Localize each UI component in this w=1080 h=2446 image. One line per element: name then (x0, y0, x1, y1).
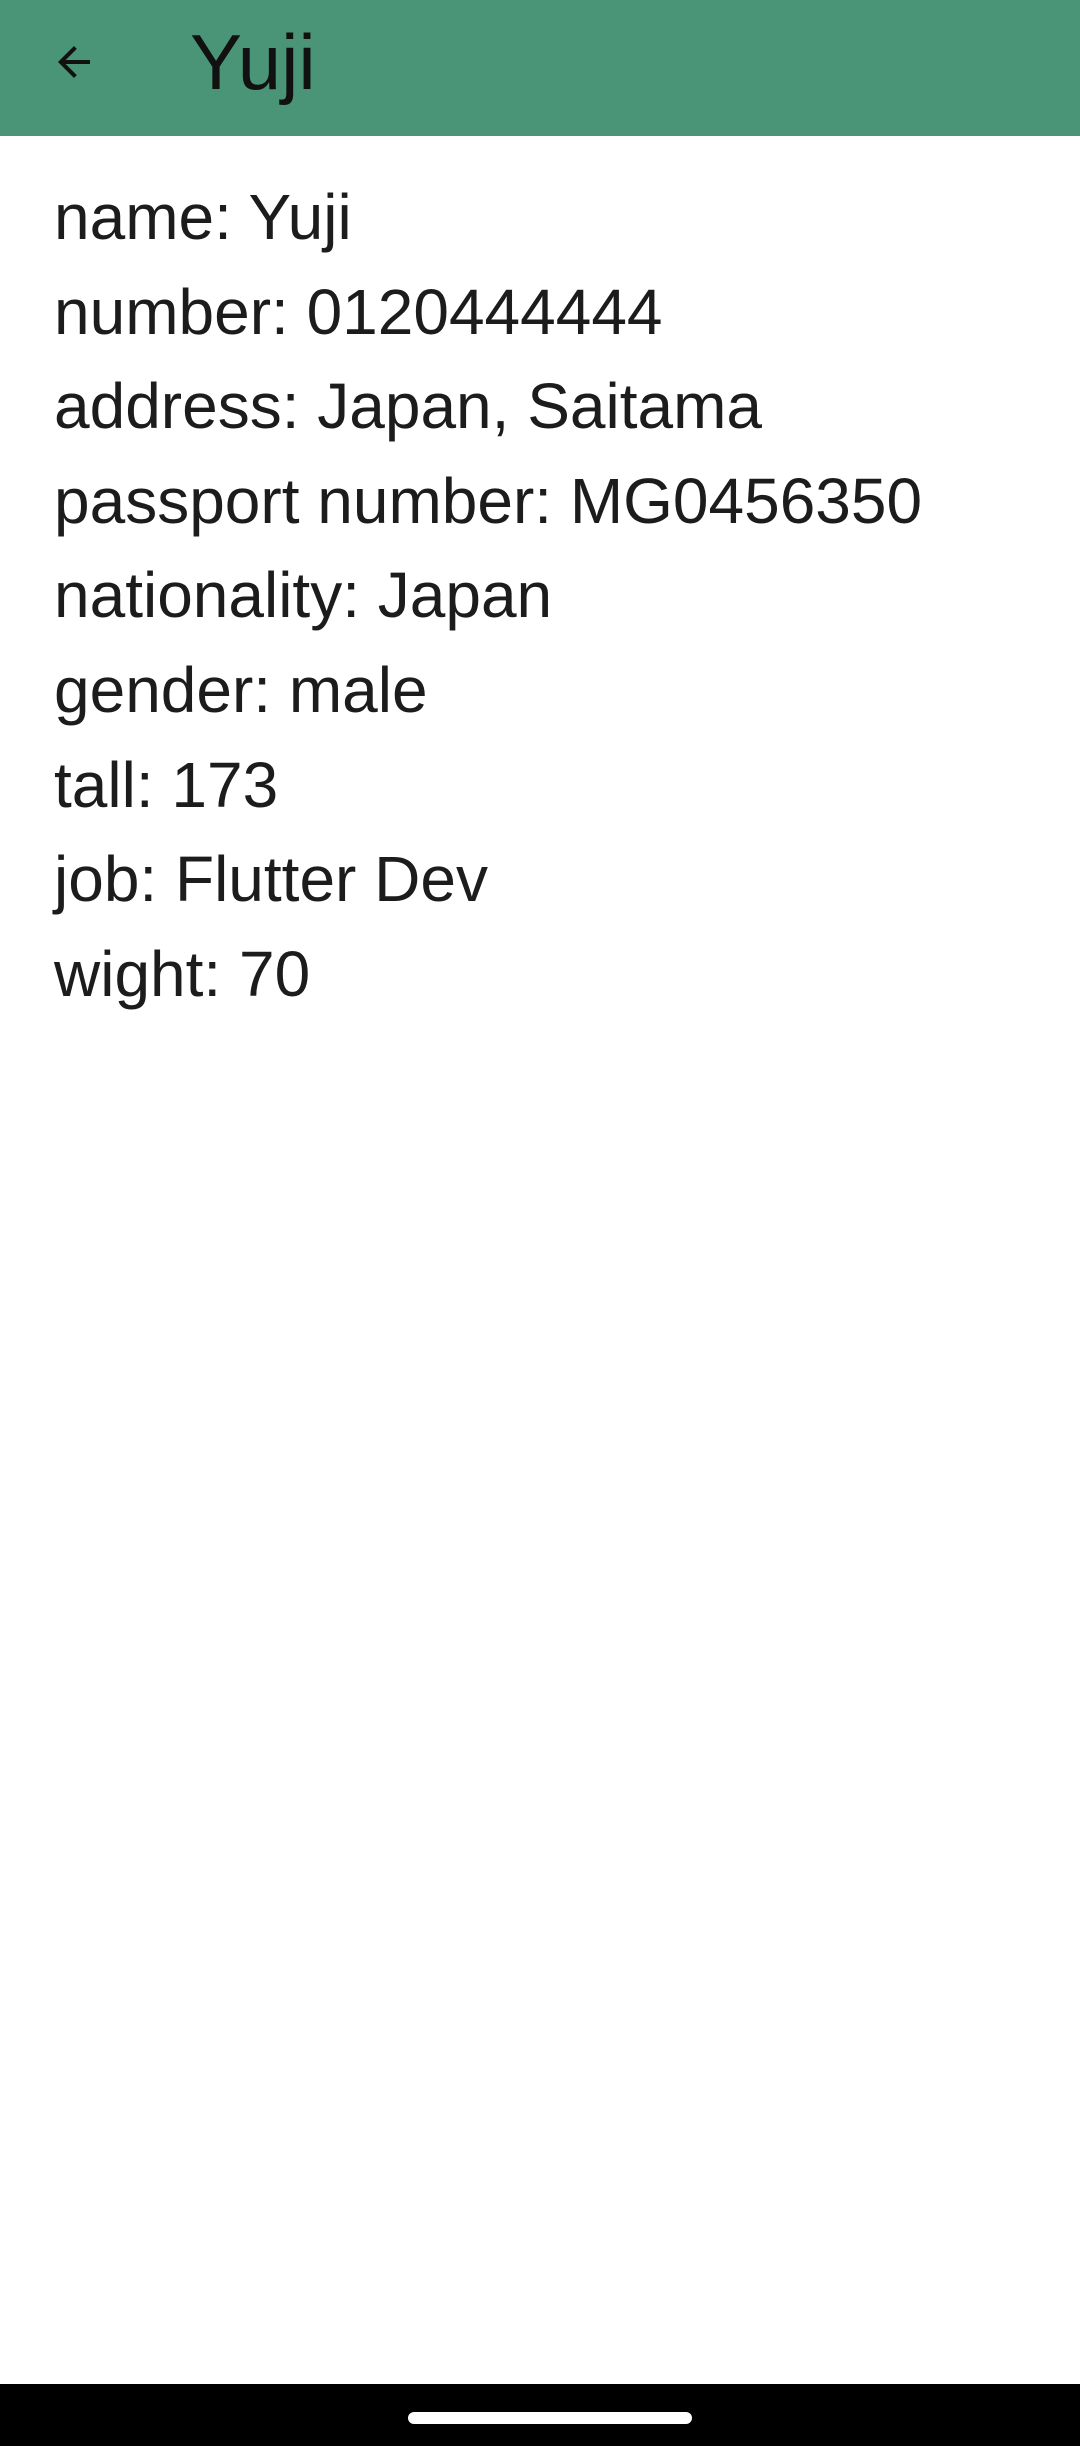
page-title: Yuji (190, 18, 316, 106)
detail-gender: gender: male (54, 653, 428, 726)
app-bar: Yuji (0, 0, 1080, 136)
detail-nationality: nationality: Japan (54, 559, 553, 632)
back-button[interactable] (36, 24, 112, 100)
detail-address: address: Japan, Saitama (54, 370, 762, 443)
home-indicator[interactable] (408, 2412, 692, 2424)
detail-wight: wight: 70 (54, 937, 311, 1010)
arrow-back-icon (58, 46, 90, 78)
detail-number: number: 0120444444 (54, 275, 663, 348)
detail-job: job: Flutter Dev (54, 843, 488, 916)
detail-name: name: Yuji (54, 181, 352, 253)
app-screen: Yuji name: Yuji number: 0120444444 addre… (0, 0, 1080, 2446)
details-list: name: Yuji number: 0120444444 address: J… (0, 136, 1080, 1021)
detail-passport-number: passport number: MG0456350 (54, 464, 923, 537)
detail-tall: tall: 173 (54, 748, 279, 821)
